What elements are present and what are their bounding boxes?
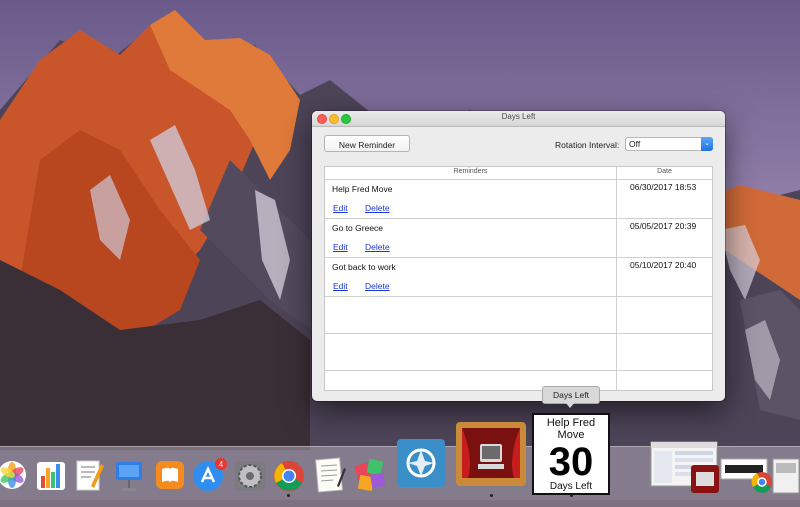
empty-table-row xyxy=(325,297,712,334)
table-header: Reminders Date xyxy=(325,167,712,180)
reminder-title: Got back to work xyxy=(332,262,396,272)
days-left-icon[interactable]: Help Fred Move 30 Days Left xyxy=(532,413,610,495)
photos-icon[interactable] xyxy=(0,458,28,492)
photo-editor-icon[interactable] xyxy=(395,437,447,489)
days-left-window: Days Left New Reminder Rotation Interval… xyxy=(312,111,725,401)
table-row[interactable]: Help Fred Move 06/30/2017 18:53 Edit Del… xyxy=(325,180,712,219)
window-thumbnail-icon[interactable] xyxy=(772,458,800,494)
delete-link[interactable]: Delete xyxy=(365,242,390,252)
running-indicator xyxy=(490,494,493,497)
chrome-thumbnail-icon[interactable] xyxy=(750,470,774,494)
reminder-date: 05/05/2017 20:39 xyxy=(630,221,697,231)
chevron-updown-icon: ⌄ xyxy=(701,137,713,151)
column-header-date[interactable]: Date xyxy=(617,168,712,175)
edit-link[interactable]: Edit xyxy=(333,242,348,252)
new-reminder-button[interactable]: New Reminder xyxy=(324,135,410,152)
empty-table-row xyxy=(325,334,712,371)
reminder-title: Go to Greece xyxy=(332,223,384,233)
pages-icon[interactable] xyxy=(73,458,105,492)
numbers-icon[interactable] xyxy=(35,458,67,492)
system-preferences-icon[interactable] xyxy=(233,458,267,494)
delete-link[interactable]: Delete xyxy=(365,281,390,291)
rotation-interval-label: Rotation Interval: xyxy=(555,140,620,150)
ibooks-icon[interactable] xyxy=(154,458,186,492)
table-row[interactable]: Go to Greece 05/05/2017 20:39 Edit Delet… xyxy=(325,219,712,258)
photo-collage-icon[interactable] xyxy=(353,456,387,494)
window-title: Days Left xyxy=(501,112,536,121)
chrome-icon[interactable] xyxy=(272,458,306,494)
app-store-badge: 4 xyxy=(219,460,224,469)
reminder-date: 05/10/2017 20:40 xyxy=(630,260,697,270)
dvd-player-icon[interactable] xyxy=(690,464,720,494)
edit-link[interactable]: Edit xyxy=(333,203,348,213)
delete-link[interactable]: Delete xyxy=(365,203,390,213)
running-indicator xyxy=(287,494,290,497)
dock-widget-caption: Days Left xyxy=(549,481,593,492)
theater-app-icon[interactable] xyxy=(454,418,528,492)
reminder-title: Help Fred Move xyxy=(332,184,393,194)
column-header-reminders[interactable]: Reminders xyxy=(325,168,616,175)
app-store-icon[interactable]: 4 xyxy=(192,456,228,494)
tooltip-tail xyxy=(565,402,575,408)
table-row[interactable]: Got back to work 05/10/2017 20:40 Edit D… xyxy=(325,258,712,297)
running-indicator xyxy=(570,494,573,497)
reminders-table: Reminders Date Help Fred Move 06/30/2017… xyxy=(324,166,713,391)
dock-widget-days: 30 xyxy=(548,440,594,484)
rotation-interval-value: Off xyxy=(629,139,641,149)
reminder-date: 06/30/2017 18:53 xyxy=(630,182,697,192)
title-bar[interactable]: Days Left xyxy=(312,111,725,127)
textedit-icon[interactable] xyxy=(313,456,347,494)
column-divider xyxy=(616,167,617,390)
dock-widget-reminder: Help Fred Move xyxy=(546,417,596,441)
keynote-icon[interactable] xyxy=(113,458,145,494)
edit-link[interactable]: Edit xyxy=(333,281,348,291)
rotation-interval-select[interactable]: Off ⌄ xyxy=(625,137,713,151)
